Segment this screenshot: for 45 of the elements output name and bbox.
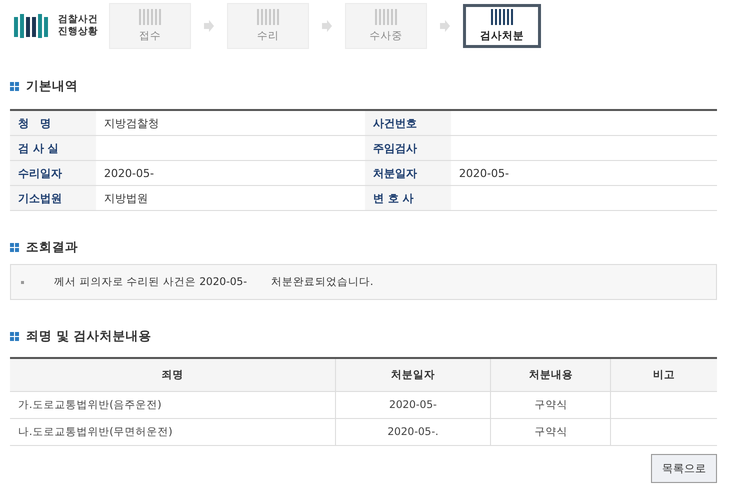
field-label: 주임검사: [365, 136, 451, 160]
field-value: 지방검찰청: [96, 110, 365, 136]
field-value: 2020-05-: [451, 160, 717, 186]
column-header: 처분일자: [335, 358, 491, 392]
list-button[interactable]: 목록으로: [651, 454, 717, 483]
bars-icon: [257, 9, 279, 25]
column-header: 비고: [610, 358, 717, 392]
progress-step: 검사처분: [463, 4, 541, 48]
arrow-icon: [204, 20, 214, 32]
progress-step: 수사중: [345, 3, 427, 49]
field-value: 2020-05-: [96, 160, 365, 186]
progress-step: 접수: [109, 3, 191, 49]
bars-icon: [375, 9, 397, 25]
result-text: 께서 피의자로 수리된 사건은 2020-05-: [54, 275, 248, 289]
bars-icon: [139, 9, 161, 25]
field-label: 수리일자: [10, 160, 96, 186]
table-cell: 구약식: [490, 418, 611, 446]
section-icon: [10, 242, 20, 252]
logo-text: 검찰사건 진행상황: [58, 14, 98, 38]
field-label: 기소법원: [10, 186, 96, 210]
table-cell: 2020-05-: [335, 392, 491, 418]
column-header: 처분내용: [490, 358, 611, 392]
arrow-icon: [322, 20, 332, 32]
field-label: 변 호 사: [365, 186, 451, 210]
table-cell: 구약식: [490, 392, 611, 418]
arrow-icon: [440, 20, 450, 32]
field-label: 검 사 실: [10, 136, 96, 160]
bullet-icon: [21, 280, 24, 284]
field-label: 청 명: [10, 110, 96, 136]
logo-icon: [14, 14, 48, 38]
table-cell: 나.도로교통법위반(무면허운전): [10, 418, 336, 446]
column-header: 죄명: [10, 358, 336, 392]
progress-step: 수리: [227, 3, 309, 49]
field-value: 지방법원: [96, 186, 365, 210]
section-title: 기본내역: [26, 78, 78, 95]
bars-icon: [491, 9, 513, 25]
field-label: 처분일자: [365, 160, 451, 186]
field-label: 사건번호: [365, 110, 451, 136]
result-text: 처분완료되었습니다.: [271, 275, 374, 289]
table-cell: 가.도로교통법위반(음주운전): [10, 392, 336, 418]
section-icon: [10, 332, 20, 342]
section-title: 조회결과: [26, 239, 78, 256]
section-icon: [10, 82, 20, 92]
table-cell: 2020-05-.: [335, 418, 491, 446]
section-title: 죄명 및 검사처분내용: [26, 328, 152, 345]
